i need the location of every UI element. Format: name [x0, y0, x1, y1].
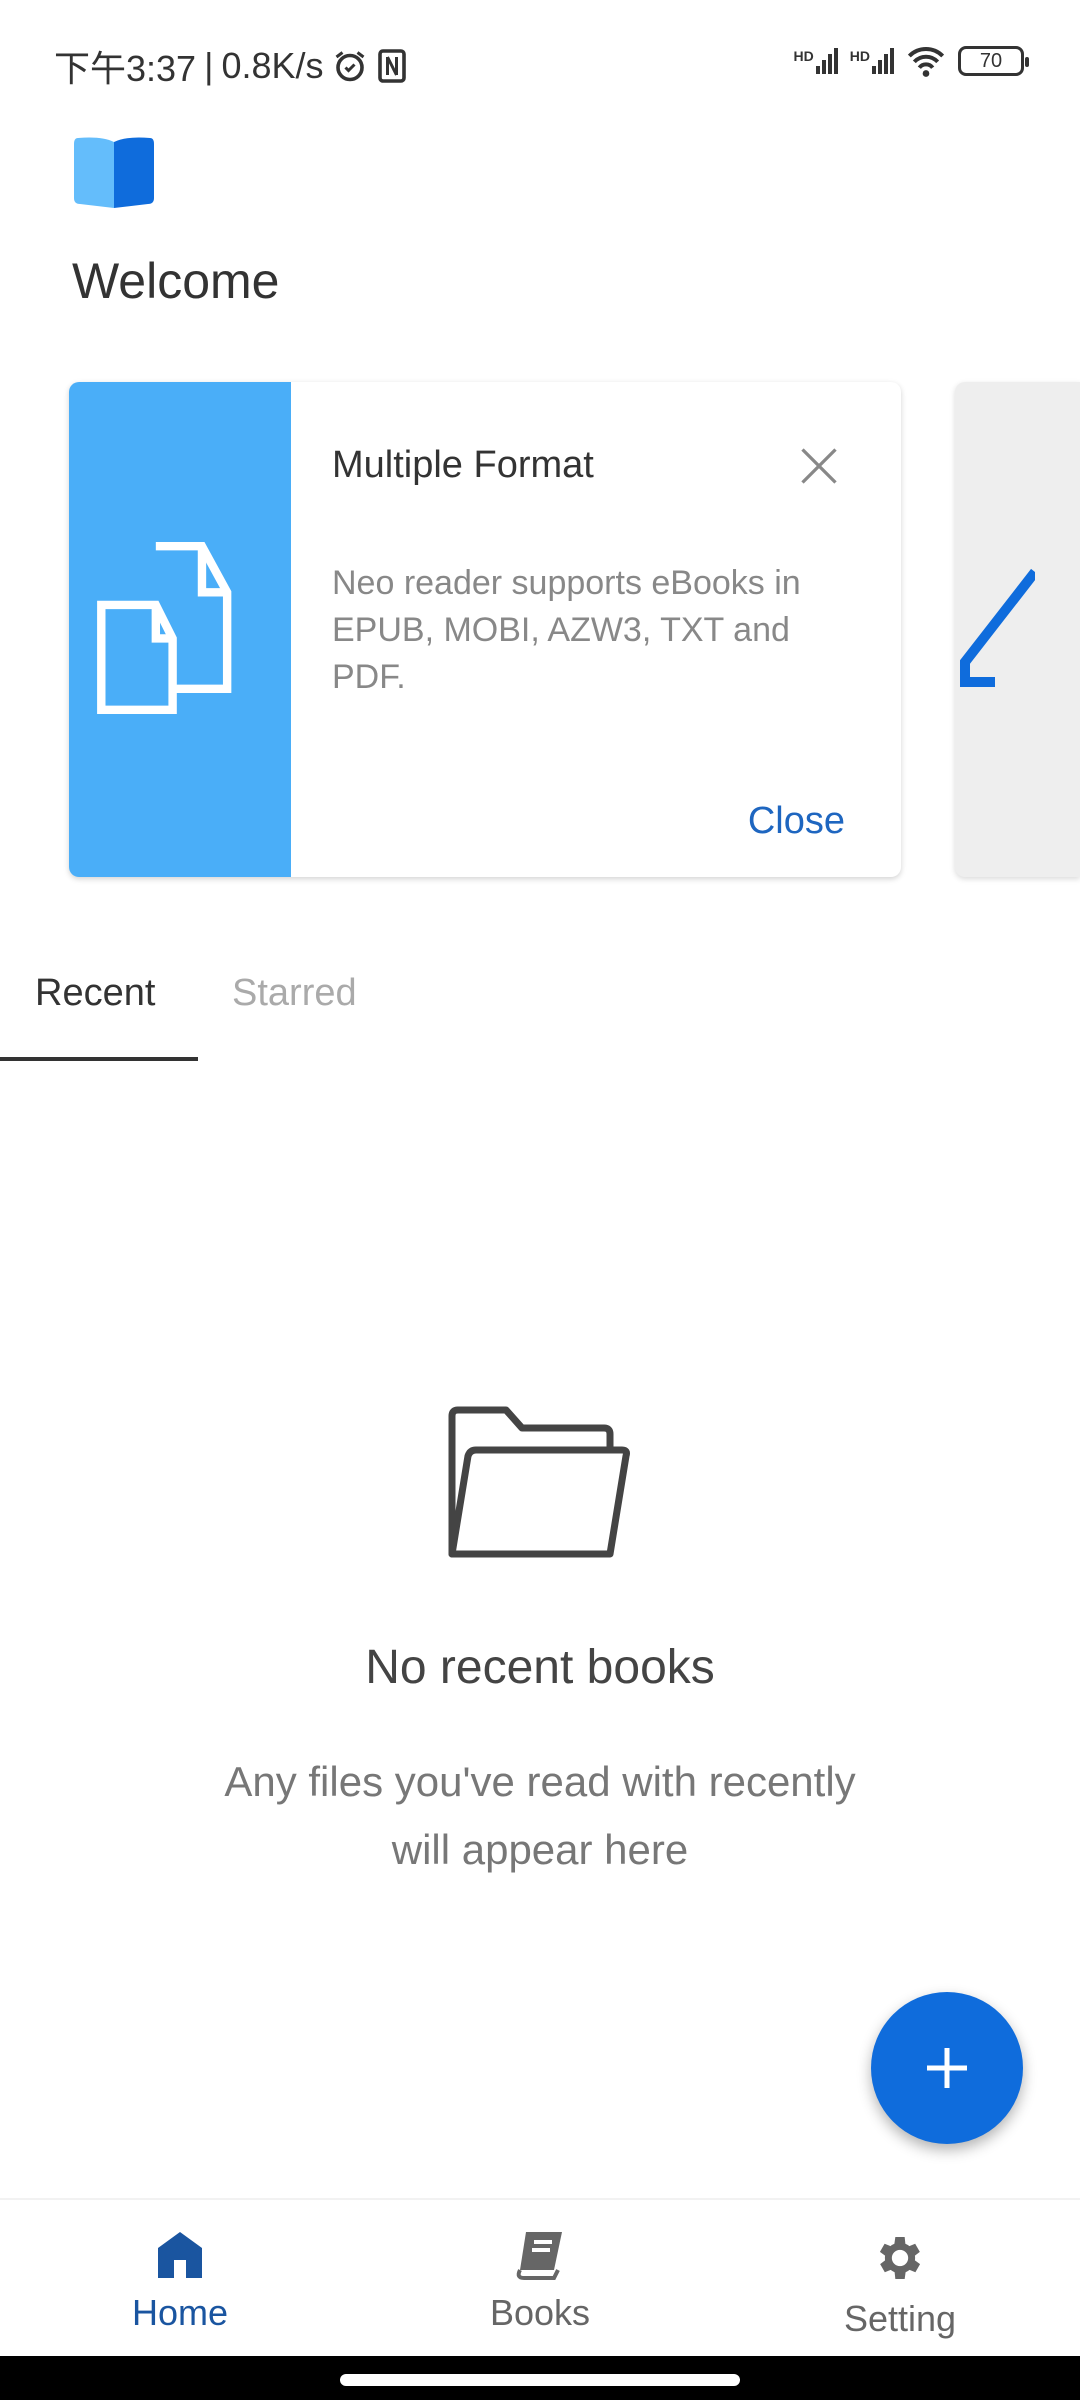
nav-setting-label: Setting [843, 2298, 957, 2339]
tip-card: Multiple Format Neo reader supports eBoo… [69, 382, 901, 877]
close-icon[interactable] [797, 444, 841, 488]
signal-icon: HD [794, 48, 838, 74]
nav-home-label: Home [131, 2292, 229, 2333]
empty-state-subtitle-line2: will appear here [391, 1826, 689, 1873]
nav-setting[interactable]: Setting [720, 2200, 1080, 2356]
alarm-icon [335, 51, 364, 82]
nav-books-label: Books [489, 2292, 591, 2333]
empty-state-subtitle: Any files you've read with recently will… [0, 1748, 1080, 1884]
add-book-button[interactable] [871, 1992, 1023, 2144]
tab-indicator [0, 1057, 198, 1061]
status-bar-left: 下午3:37 | 0.8K/s [54, 40, 408, 92]
home-gesture-handle[interactable] [340, 2374, 740, 2386]
plus-icon [927, 2048, 967, 2088]
battery-level: 70 [979, 49, 1003, 72]
bottom-nav: Home Books Setting [0, 2198, 1080, 2356]
battery-icon: 70 [958, 46, 1029, 76]
book-icon [516, 2232, 562, 2280]
status-net-speed: 0.8K/s [221, 45, 324, 86]
documents-icon [97, 542, 232, 714]
tip-card-title: Multiple Format [332, 444, 594, 486]
page-title: Welcome [72, 253, 280, 309]
edit-icon [960, 568, 1035, 687]
signal-icon-2: HD [850, 48, 894, 74]
tip-card-banner [69, 382, 291, 877]
wifi-icon [907, 47, 945, 77]
status-separator: | [204, 45, 214, 86]
system-nav-bar [0, 2356, 1080, 2400]
tab-recent[interactable]: Recent [35, 972, 155, 1015]
close-button[interactable]: Close [748, 800, 845, 843]
tab-starred[interactable]: Starred [232, 972, 357, 1015]
nav-books[interactable]: Books [360, 2200, 720, 2356]
tip-card-description: Neo reader supports eBooks in EPUB, MOBI… [332, 564, 801, 696]
empty-state-subtitle-line1: Any files you've read with recently [224, 1758, 856, 1805]
nav-home[interactable]: Home [0, 2200, 360, 2356]
gear-icon [879, 2237, 921, 2279]
nfc-icon [377, 49, 406, 83]
app-logo-icon [74, 137, 154, 208]
next-tip-card[interactable] [955, 382, 1080, 877]
status-bar-right: HD HD 70 [794, 44, 1029, 78]
empty-state-title: No recent books [365, 1641, 715, 1694]
status-time: 下午3:37 [54, 48, 197, 89]
home-icon [158, 2232, 202, 2278]
folder-icon [448, 1406, 630, 1558]
